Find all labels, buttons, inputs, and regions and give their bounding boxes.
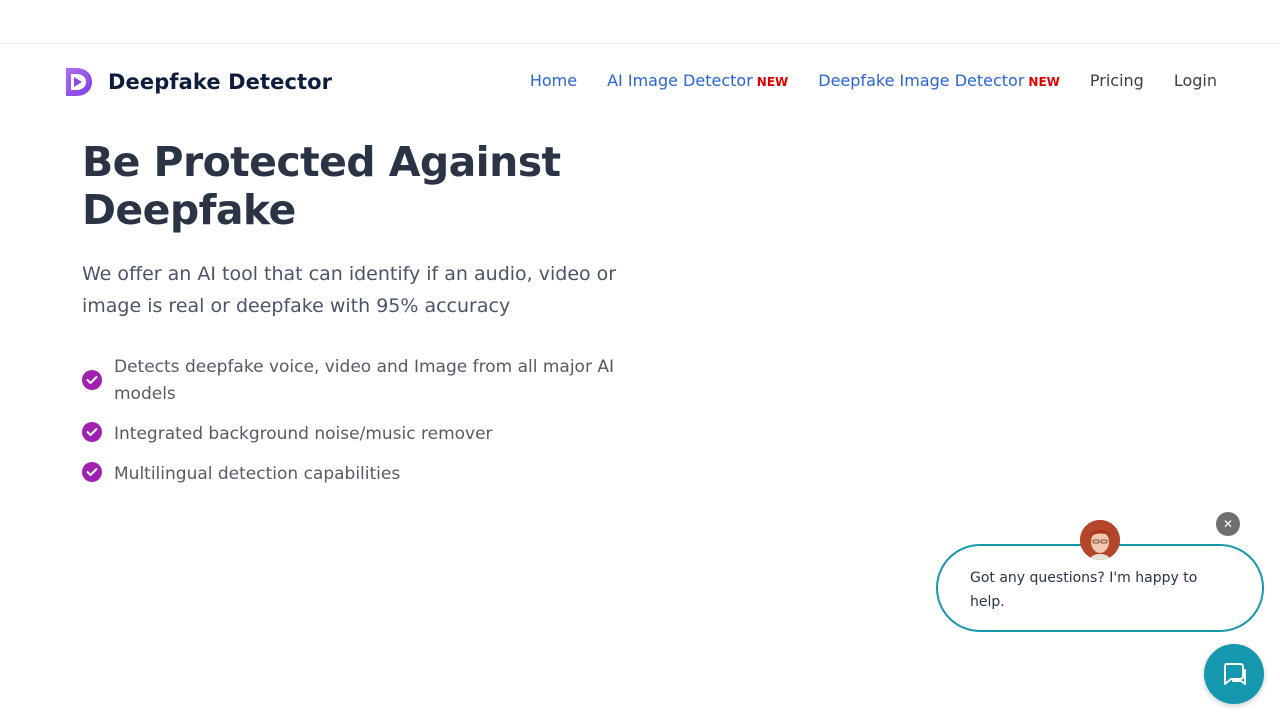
check-circle-icon [82,462,102,482]
feature-text: Detects deepfake voice, video and Image … [114,357,614,404]
feature-item: Multilingual detection capabilities [82,461,622,488]
chat-greeting-text: Got any questions? I'm happy to help. [970,570,1198,610]
feature-item: Detects deepfake voice, video and Image … [82,354,622,408]
hero-subtitle: We offer an AI tool that can identify if… [82,263,617,317]
close-icon: ✕ [1222,517,1234,531]
check-circle-icon [82,370,102,390]
chat-icon [1224,663,1246,685]
feature-text: Integrated background noise/music remove… [114,424,493,444]
brand-name: Deepfake Detector [108,70,333,94]
chat-launcher-button[interactable] [1204,644,1264,704]
new-badge: NEW [1028,75,1060,89]
new-badge: NEW [756,75,789,89]
check-circle-icon [82,422,102,442]
nav-home-label: Home [529,71,578,90]
top-strip [0,0,1280,44]
nav-home[interactable]: Home [530,71,577,90]
nav-pricing[interactable]: Pricing [1090,71,1144,90]
feature-text: Multilingual detection capabilities [114,464,401,484]
agent-avatar [1080,520,1120,560]
feature-item: Integrated background noise/music remove… [82,421,622,448]
site-header: Deepfake Detector Home AI Image Detector… [0,45,1280,119]
nav-deepfake-image-detector-label: Deepfake Image Detector [818,71,1025,90]
nav-pricing-label: Pricing [1089,71,1144,90]
nav-login[interactable]: Login [1174,71,1217,90]
nav-deepfake-image-detector[interactable]: Deepfake Image Detector NEW [818,71,1060,90]
nav-ai-image-detector-label: AI Image Detector [607,71,753,90]
feature-list: Detects deepfake voice, video and Image … [82,354,622,501]
brand-logo-link[interactable]: Deepfake Detector [62,65,332,99]
main-nav: Home AI Image Detector NEW Deepfake Image… [500,71,1217,90]
nav-ai-image-detector[interactable]: AI Image Detector NEW [607,71,788,90]
chat-close-button[interactable]: ✕ [1216,512,1240,536]
brand-logo-icon [66,68,92,96]
nav-login-label: Login [1173,71,1217,90]
hero-title: Be Protected Against Deepfake [82,138,561,234]
